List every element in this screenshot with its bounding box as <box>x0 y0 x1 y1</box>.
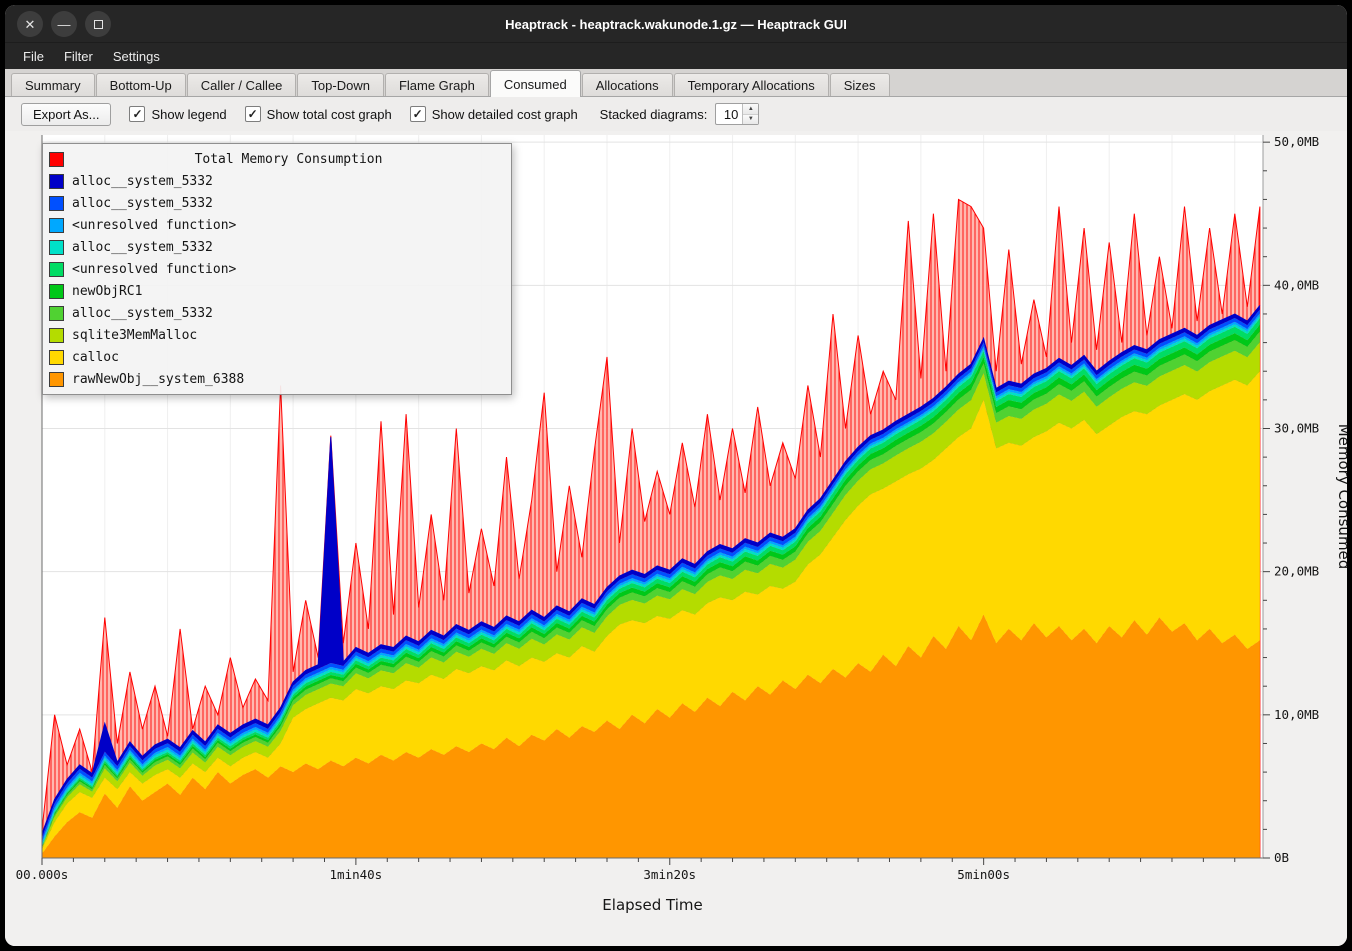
tab-temporary-allocations[interactable]: Temporary Allocations <box>674 73 829 96</box>
menu-file[interactable]: File <box>13 43 54 69</box>
spinbox-buttons: ▲ ▼ <box>742 104 758 124</box>
legend-item-label: alloc__system_5332 <box>72 174 213 189</box>
stacked-diagrams-spinbox[interactable]: 10 ▲ ▼ <box>715 103 759 125</box>
legend-item-label: sqlite3MemMalloc <box>72 328 197 343</box>
stacked-diagrams-label: Stacked diagrams: <box>600 107 708 122</box>
x-axis-labels: 00.000s 1min40s 3min20s 5min00s <box>16 867 1010 882</box>
legend-swatch <box>49 284 64 299</box>
spin-up-button[interactable]: ▲ <box>743 104 758 115</box>
legend-swatch <box>49 328 64 343</box>
checkbox-group: ✓ Show legend ✓ Show total cost graph ✓ Show … <box>129 106 577 122</box>
titlebar: ✕ — Heaptrack - heaptrack.wakunode.1.gz … <box>5 5 1347 43</box>
legend-swatch <box>49 240 64 255</box>
menubar: FileFilterSettings <box>5 43 1347 69</box>
tab-consumed[interactable]: Consumed <box>490 70 581 97</box>
legend-swatch <box>49 372 64 387</box>
chart-legend: Total Memory Consumption alloc__system_53… <box>42 143 512 395</box>
legend-item: rawNewObj__system_6388 <box>49 368 505 390</box>
tab-sizes[interactable]: Sizes <box>830 73 890 96</box>
menu-settings[interactable]: Settings <box>103 43 170 69</box>
checkbox-box[interactable]: ✓ <box>410 106 426 122</box>
legend-item-label: newObjRC1 <box>72 284 142 299</box>
checkbox-box[interactable]: ✓ <box>245 106 261 122</box>
y-axis-labels: 0B 10,0MB 20,0MB 30,0MB 40,0MB 50,0MB <box>1274 134 1319 865</box>
window-title: Heaptrack - heaptrack.wakunode.1.gz — He… <box>5 5 1347 43</box>
svg-text:20,0MB: 20,0MB <box>1274 564 1319 579</box>
legend-item-label: calloc <box>72 350 119 365</box>
svg-text:30,0MB: 30,0MB <box>1274 420 1319 435</box>
tab-caller-callee[interactable]: Caller / Callee <box>187 73 297 96</box>
checkbox-box[interactable]: ✓ <box>129 106 145 122</box>
legend-item: alloc__system_5332 <box>49 236 505 258</box>
legend-item-label: <unresolved function> <box>72 218 236 233</box>
spin-down-button[interactable]: ▼ <box>743 115 758 125</box>
legend-item: calloc <box>49 346 505 368</box>
svg-text:00.000s: 00.000s <box>16 867 69 882</box>
legend-item: alloc__system_5332 <box>49 192 505 214</box>
chart-area: 00.000s 1min40s 3min20s 5min00s 0B 10,0MB 20,0… <box>5 131 1347 946</box>
checkbox-show-total-cost-graph[interactable]: ✓ Show total cost graph <box>245 106 392 122</box>
menu-filter[interactable]: Filter <box>54 43 103 69</box>
svg-text:10,0MB: 10,0MB <box>1274 707 1319 722</box>
legend-item-label: <unresolved function> <box>72 262 236 277</box>
checkbox-show-legend[interactable]: ✓ Show legend <box>129 106 226 122</box>
legend-swatch <box>49 262 64 277</box>
x-axis-title: Elapsed Time <box>602 896 702 914</box>
toolbar: Export As... ✓ Show legend ✓ Show total cos… <box>5 97 1347 131</box>
tab-flame-graph[interactable]: Flame Graph <box>385 73 489 96</box>
app-window: ✕ — Heaptrack - heaptrack.wakunode.1.gz … <box>5 5 1347 946</box>
svg-text:5min00s: 5min00s <box>957 867 1010 882</box>
checkbox-show-detailed-cost-graph[interactable]: ✓ Show detailed cost graph <box>410 106 578 122</box>
checkbox-label: Show detailed cost graph <box>432 107 578 122</box>
checkbox-label: Show total cost graph <box>267 107 392 122</box>
legend-item-label: alloc__system_5332 <box>72 306 213 321</box>
legend-swatch <box>49 306 64 321</box>
svg-text:3min20s: 3min20s <box>643 867 696 882</box>
export-as-button[interactable]: Export As... <box>21 103 111 126</box>
tab-bottom-up[interactable]: Bottom-Up <box>96 73 186 96</box>
legend-item-label: rawNewObj__system_6388 <box>72 372 244 387</box>
legend-swatch <box>49 196 64 211</box>
legend-item: <unresolved function> <box>49 258 505 280</box>
legend-item-label: alloc__system_5332 <box>72 240 213 255</box>
svg-text:0B: 0B <box>1274 850 1289 865</box>
y-axis-title: Memory Consumed <box>1335 424 1347 570</box>
legend-swatch <box>49 218 64 233</box>
legend-item-label: alloc__system_5332 <box>72 196 213 211</box>
tab-summary[interactable]: Summary <box>11 73 95 96</box>
tab-bar: SummaryBottom-UpCaller / CalleeTop-DownF… <box>5 69 1347 97</box>
svg-text:1min40s: 1min40s <box>330 867 383 882</box>
legend-item: <unresolved function> <box>49 214 505 236</box>
tab-allocations[interactable]: Allocations <box>582 73 673 96</box>
svg-text:50,0MB: 50,0MB <box>1274 134 1319 149</box>
spinbox-value: 10 <box>716 104 742 124</box>
tab-top-down[interactable]: Top-Down <box>297 73 384 96</box>
svg-text:40,0MB: 40,0MB <box>1274 277 1319 292</box>
legend-item: newObjRC1 <box>49 280 505 302</box>
legend-item: sqlite3MemMalloc <box>49 324 505 346</box>
legend-item: alloc__system_5332 <box>49 302 505 324</box>
legend-swatch <box>49 350 64 365</box>
legend-item: alloc__system_5332 <box>49 170 505 192</box>
legend-swatch <box>49 152 64 167</box>
legend-swatch <box>49 174 64 189</box>
legend-title: Total Memory Consumption <box>72 152 505 167</box>
legend-title-row: Total Memory Consumption <box>49 148 505 170</box>
checkbox-label: Show legend <box>151 107 226 122</box>
